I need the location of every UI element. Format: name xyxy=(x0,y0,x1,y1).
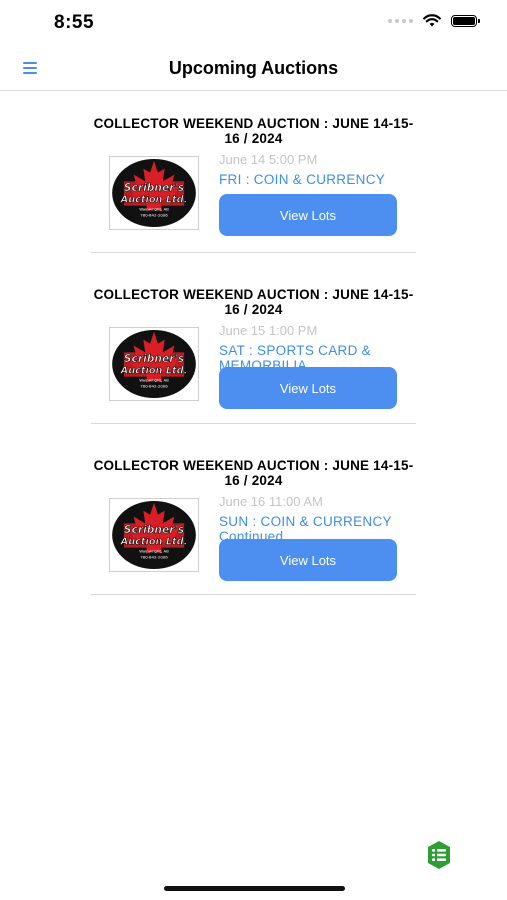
auction-date: June 14 5:00 PM xyxy=(219,152,318,167)
auction-house-logo: Scribner's Auction Ltd. Wainwright, AB 7… xyxy=(109,327,199,401)
auction-house-logo: Scribner's Auction Ltd. Wainwright, AB 7… xyxy=(109,156,199,230)
auction-title: COLLECTOR WEEKEND AUCTION : JUNE 14-15-1… xyxy=(93,287,414,317)
auction-card: COLLECTOR WEEKEND AUCTION : JUNE 14-15-1… xyxy=(91,446,416,595)
svg-text:Auction Ltd.: Auction Ltd. xyxy=(120,366,188,377)
status-icons xyxy=(388,14,480,27)
page-title: Upcoming Auctions xyxy=(168,58,339,78)
auction-house-logo: Scribner's Auction Ltd. Wainwright, AB 7… xyxy=(109,498,199,572)
auction-date: June 15 1:00 PM xyxy=(219,323,318,338)
auction-title: COLLECTOR WEEKEND AUCTION : JUNE 14-15-1… xyxy=(93,458,414,488)
view-lots-button[interactable]: View Lots xyxy=(219,539,397,581)
svg-text:Scribner's: Scribner's xyxy=(124,352,184,365)
auction-session-link[interactable]: FRI : COIN & CURRENCY xyxy=(219,172,409,187)
svg-text:Auction Ltd.: Auction Ltd. xyxy=(120,537,188,548)
cellular-signal-icon xyxy=(388,18,413,23)
status-bar: 8:55 xyxy=(0,0,507,48)
view-lots-button[interactable]: View Lots xyxy=(219,367,397,409)
svg-text:Scribner's: Scribner's xyxy=(124,523,184,536)
status-time: 8:55 xyxy=(54,12,95,33)
svg-text:Wainwright, AB: Wainwright, AB xyxy=(139,207,169,212)
auction-date: June 16 11:00 AM xyxy=(219,494,323,509)
auction-card: COLLECTOR WEEKEND AUCTION : JUNE 14-15-1… xyxy=(91,275,416,424)
navigation-bar: Upcoming Auctions xyxy=(0,48,507,91)
wifi-icon xyxy=(423,14,441,27)
svg-text:Scribner's: Scribner's xyxy=(124,181,184,194)
svg-text:780-842-2006: 780-842-2006 xyxy=(140,554,168,559)
svg-text:Auction Ltd.: Auction Ltd. xyxy=(120,195,188,206)
list-icon[interactable] xyxy=(426,840,452,870)
auction-card: COLLECTOR WEEKEND AUCTION : JUNE 14-15-1… xyxy=(91,104,416,253)
auction-list: COLLECTOR WEEKEND AUCTION : JUNE 14-15-1… xyxy=(91,104,416,595)
view-lots-button[interactable]: View Lots xyxy=(219,194,397,236)
svg-text:780-842-2006: 780-842-2006 xyxy=(140,212,168,217)
svg-text:Wainwright, AB: Wainwright, AB xyxy=(139,378,169,383)
svg-text:Wainwright, AB: Wainwright, AB xyxy=(139,549,169,554)
svg-text:780-842-2006: 780-842-2006 xyxy=(140,383,168,388)
home-indicator xyxy=(164,886,345,891)
battery-icon xyxy=(451,14,480,27)
auction-title: COLLECTOR WEEKEND AUCTION : JUNE 14-15-1… xyxy=(93,116,414,146)
